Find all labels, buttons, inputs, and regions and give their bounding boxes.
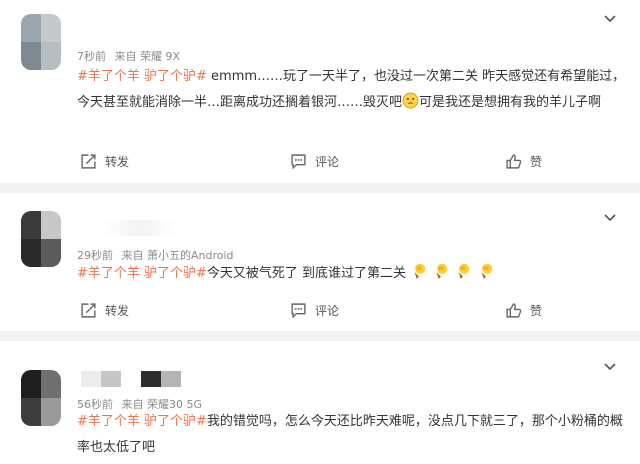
action-bar: 转发 评论 赞 (0, 153, 640, 173)
comment-button[interactable]: 评论 (290, 302, 339, 319)
emoji-icon (414, 263, 426, 279)
post-content: #羊了个羊 驴了个驴#今天又被气死了 到底谁过了第二关 (77, 261, 632, 287)
avatar[interactable] (21, 211, 61, 267)
emoji-icon (402, 92, 419, 109)
topic-link[interactable]: #羊了个羊 驴了个驴# (77, 414, 207, 429)
emoji-icon (436, 263, 448, 279)
emoji-icon (481, 263, 492, 279)
repost-button[interactable]: 转发 (80, 302, 129, 319)
comment-icon (291, 154, 306, 170)
repost-icon (81, 154, 96, 169)
avatar[interactable] (21, 14, 61, 70)
username-blurred[interactable] (81, 371, 181, 387)
post-text: 可是我还是想拥有我的羊儿子啊 (419, 95, 602, 110)
comment-label: 评论 (315, 304, 340, 318)
post-content: #羊了个羊 驴了个驴#我的错觉吗，怎么今天还比昨天难呢，没点几下就三了，那个小粉… (77, 409, 632, 461)
repost-button[interactable]: 转发 (80, 153, 129, 170)
comment-button[interactable]: 评论 (290, 153, 339, 170)
comment-icon (291, 303, 306, 319)
like-button[interactable]: 赞 (505, 153, 542, 170)
username-blurred[interactable] (100, 220, 178, 236)
post-card: 56秒前 来自 荣耀30 5G #羊了个羊 驴了个驴#我的错觉吗，怎么今天还比昨… (0, 341, 640, 464)
like-label: 赞 (530, 155, 543, 169)
repost-icon (81, 303, 96, 318)
post-card: 29秒前 来自 萧小五的Android #羊了个羊 驴了个驴#今天又被气死了 到… (0, 193, 640, 331)
post-content: #羊了个羊 驴了个驴# emmm……玩了一天半了，也没过一次第二关 昨天感觉还有… (77, 64, 632, 116)
post-source: 来自 荣耀 9X (114, 50, 181, 63)
repost-label: 转发 (105, 304, 130, 318)
emoji-icon (458, 263, 470, 279)
chevron-down-icon[interactable] (602, 10, 618, 26)
chevron-down-icon[interactable] (602, 209, 618, 225)
like-button[interactable]: 赞 (505, 302, 542, 319)
topic-link[interactable]: #羊了个羊 驴了个驴# (77, 69, 207, 84)
comment-label: 评论 (315, 155, 340, 169)
repost-label: 转发 (105, 155, 130, 169)
post-time[interactable]: 7秒前 (77, 50, 106, 63)
post-meta: 7秒前 来自 荣耀 9X (77, 48, 185, 64)
like-icon (506, 303, 522, 318)
avatar[interactable] (21, 370, 61, 426)
like-label: 赞 (530, 304, 543, 318)
topic-link[interactable]: #羊了个羊 驴了个驴# (77, 266, 207, 281)
like-icon (506, 154, 522, 169)
post-card: 7秒前 来自 荣耀 9X #羊了个羊 驴了个驴# emmm……玩了一天半了，也没… (0, 0, 640, 183)
post-text: 今天又被气死了 到底谁过了第二关 (206, 266, 407, 281)
chevron-down-icon[interactable] (602, 358, 618, 374)
action-bar: 转发 评论 赞 (0, 302, 640, 322)
